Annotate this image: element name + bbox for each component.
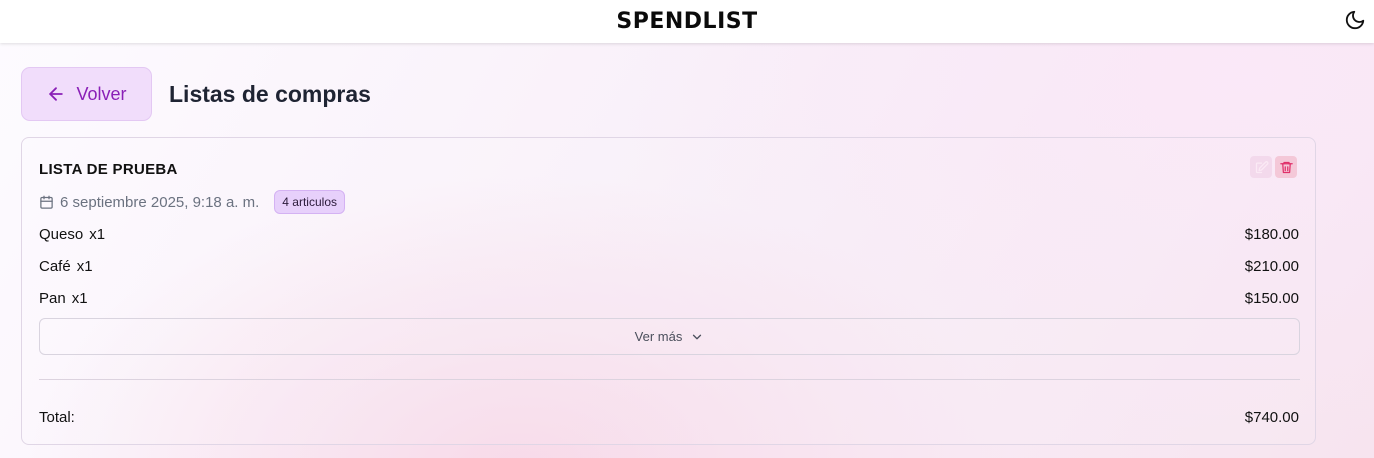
item-quantity: x1 <box>76 257 93 275</box>
chevron-down-icon <box>693 334 702 339</box>
item-name: Queso <box>39 225 84 243</box>
back-button-label: Volver <box>76 83 127 104</box>
list-date: 6 septiembre 2025, 9:18 a. m. <box>60 193 260 211</box>
show-more-button[interactable]: Ver más <box>39 318 1300 355</box>
theme-toggle-button[interactable] <box>1342 7 1368 33</box>
item-quantity: x1 <box>89 225 106 243</box>
total-value: $740.00 <box>1244 408 1299 426</box>
list-item: Café x1 $210.00 <box>39 256 1299 276</box>
edit-list-button[interactable] <box>1250 156 1272 178</box>
list-name: LISTA DE PRUEBA <box>39 161 178 178</box>
total-label: Total: <box>39 408 75 426</box>
item-price: $150.00 <box>1244 289 1299 307</box>
list-item: Queso x1 $180.00 <box>39 224 1299 244</box>
shopping-list-card: LISTA DE PRUEBA 6 septiembre 2025, 9:18 … <box>21 137 1316 445</box>
item-price: $210.00 <box>1244 257 1299 275</box>
list-meta: 6 septiembre 2025, 9:18 a. m. 4 articulo… <box>39 190 345 214</box>
list-actions <box>1250 156 1297 178</box>
item-name: Café <box>39 257 71 275</box>
item-count-badge: 4 articulos <box>274 190 345 214</box>
arrow-left-icon <box>49 87 64 101</box>
list-item: Pan x1 $150.00 <box>39 288 1299 308</box>
moon-icon <box>1345 10 1365 30</box>
app-brand: SPENDLIST <box>616 9 758 34</box>
calendar-icon <box>40 195 53 209</box>
page-title: Listas de compras <box>169 80 371 107</box>
trash-icon <box>1279 161 1293 173</box>
item-quantity: x1 <box>71 289 88 307</box>
total-row: Total: $740.00 <box>39 407 1299 427</box>
item-name: Pan <box>39 289 66 307</box>
page-header: Volver Listas de compras <box>21 67 371 121</box>
top-bar: SPENDLIST <box>0 0 1374 43</box>
divider <box>39 379 1300 380</box>
delete-list-button[interactable] <box>1275 156 1297 178</box>
item-price: $180.00 <box>1244 225 1299 243</box>
back-button[interactable]: Volver <box>21 67 152 121</box>
edit-icon <box>1255 160 1268 173</box>
show-more-label: Ver más <box>634 329 683 344</box>
